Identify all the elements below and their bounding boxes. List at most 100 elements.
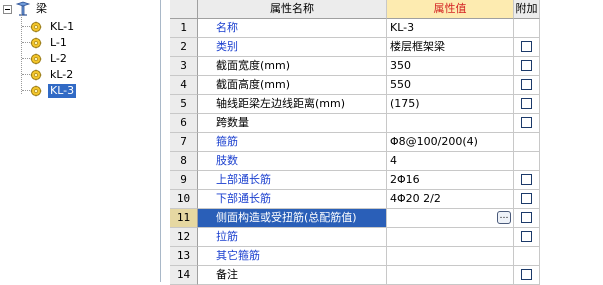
beam-component-icon	[30, 53, 42, 65]
row-number: 12	[170, 228, 198, 247]
header-property-name[interactable]: 属性名称	[198, 0, 387, 19]
property-row[interactable]: 8 肢数 4	[170, 152, 603, 171]
property-row[interactable]: 9 上部通长筋 2Φ16	[170, 171, 603, 190]
extra-checkbox[interactable]	[521, 173, 532, 185]
extra-cell[interactable]	[514, 190, 540, 209]
extra-cell[interactable]	[514, 133, 540, 152]
property-row[interactable]: 7 箍筋 Φ8@100/200(4)	[170, 133, 603, 152]
property-row[interactable]: 2 类别 楼层框架梁	[170, 38, 603, 57]
extra-cell[interactable]	[514, 247, 540, 266]
collapse-icon[interactable]	[3, 4, 12, 14]
extra-cell[interactable]	[514, 76, 540, 95]
property-value-text: 350	[390, 59, 411, 72]
property-name[interactable]: 下部通长筋	[198, 190, 387, 209]
ellipsis-button[interactable]: …	[497, 211, 511, 224]
property-value[interactable]: 550	[387, 76, 514, 95]
property-row[interactable]: 14 备注	[170, 266, 603, 285]
tree-item[interactable]: L-1	[30, 35, 69, 51]
row-number: 5	[170, 95, 198, 114]
property-row[interactable]: 10 下部通长筋 4Φ20 2/2	[170, 190, 603, 209]
property-value[interactable]	[387, 247, 514, 266]
property-name[interactable]: 截面宽度(mm)	[198, 57, 387, 76]
header-property-value[interactable]: 属性值	[387, 0, 514, 19]
extra-cell[interactable]	[514, 57, 540, 76]
extra-cell[interactable]	[514, 38, 540, 57]
extra-checkbox[interactable]	[521, 192, 532, 204]
extra-cell[interactable]	[514, 95, 540, 114]
property-value[interactable]: …	[387, 209, 514, 228]
property-value[interactable]: Φ8@100/200(4)	[387, 133, 514, 152]
extra-checkbox[interactable]	[521, 97, 532, 109]
property-row[interactable]: 3 截面宽度(mm) 350	[170, 57, 603, 76]
property-value[interactable]: 4	[387, 152, 514, 171]
row-number: 2	[170, 38, 198, 57]
extra-checkbox[interactable]	[521, 59, 532, 71]
property-row[interactable]: 6 跨数量	[170, 114, 603, 133]
property-row[interactable]: 5 轴线距梁左边线距离(mm) (175)	[170, 95, 603, 114]
tree-root-node[interactable]: 梁	[3, 1, 49, 17]
extra-checkbox[interactable]	[521, 230, 532, 242]
tree-branch	[22, 90, 30, 91]
property-grid: 属性名称 属性值 附加 1 名称 KL-3 2 类别 楼层框架梁 3 截面宽度(mm) 350 4…	[170, 0, 603, 285]
property-row[interactable]: 12 拉筋	[170, 228, 603, 247]
property-value[interactable]: KL-3	[387, 19, 514, 38]
extra-cell[interactable]	[514, 19, 540, 38]
property-value[interactable]	[387, 266, 514, 285]
property-value[interactable]: (175)	[387, 95, 514, 114]
tree-item[interactable]: kL-2	[30, 67, 75, 83]
row-number: 14	[170, 266, 198, 285]
beam-component-icon	[30, 69, 42, 81]
row-number: 1	[170, 19, 198, 38]
property-value[interactable]: 4Φ20 2/2	[387, 190, 514, 209]
extra-cell[interactable]	[514, 171, 540, 190]
property-name[interactable]: 上部通长筋	[198, 171, 387, 190]
tree-item[interactable]: KL-1	[30, 19, 76, 35]
property-row[interactable]: 4 截面高度(mm) 550	[170, 76, 603, 95]
property-name[interactable]: 侧面构造或受扭筋(总配筋值)	[198, 209, 387, 228]
extra-checkbox[interactable]	[521, 211, 532, 223]
property-name[interactable]: 截面高度(mm)	[198, 76, 387, 95]
property-name[interactable]: 其它箍筋	[198, 247, 387, 266]
property-name[interactable]: 类别	[198, 38, 387, 57]
row-number: 4	[170, 76, 198, 95]
extra-cell[interactable]	[514, 114, 540, 133]
property-value-text: 2Φ16	[390, 173, 420, 186]
property-name[interactable]: 跨数量	[198, 114, 387, 133]
beam-component-icon	[30, 37, 42, 49]
property-value-text: KL-3	[390, 21, 415, 34]
property-value-text: 4	[390, 154, 397, 167]
tree-item[interactable]: L-2	[30, 51, 69, 67]
extra-checkbox[interactable]	[521, 116, 532, 128]
property-name[interactable]: 拉筋	[198, 228, 387, 247]
property-row[interactable]: 1 名称 KL-3	[170, 19, 603, 38]
row-number: 9	[170, 171, 198, 190]
property-name[interactable]: 肢数	[198, 152, 387, 171]
extra-checkbox[interactable]	[521, 268, 532, 280]
header-extra[interactable]: 附加	[514, 0, 540, 19]
extra-checkbox[interactable]	[521, 40, 532, 52]
property-name[interactable]: 轴线距梁左边线距离(mm)	[198, 95, 387, 114]
row-number: 7	[170, 133, 198, 152]
tree-item[interactable]: KL-3	[30, 83, 77, 99]
tree-item-label: KL-3	[48, 84, 77, 98]
extra-cell[interactable]	[514, 266, 540, 285]
property-value[interactable]	[387, 228, 514, 247]
tree-branch	[22, 26, 30, 27]
property-value[interactable]: 楼层框架梁	[387, 38, 514, 57]
extra-cell[interactable]	[514, 152, 540, 171]
property-row[interactable]: 13 其它箍筋	[170, 247, 603, 266]
beam-component-icon	[30, 21, 42, 33]
extra-cell[interactable]	[514, 209, 540, 228]
property-value[interactable]: 350	[387, 57, 514, 76]
tree-root-label: 梁	[36, 2, 47, 15]
tree-branch	[22, 58, 30, 59]
property-value[interactable]: 2Φ16	[387, 171, 514, 190]
extra-cell[interactable]	[514, 228, 540, 247]
property-row[interactable]: 11 侧面构造或受扭筋(总配筋值)…	[170, 209, 603, 228]
extra-checkbox[interactable]	[521, 78, 532, 90]
grid-header: 属性名称 属性值 附加	[170, 0, 603, 19]
property-name[interactable]: 备注	[198, 266, 387, 285]
property-value[interactable]	[387, 114, 514, 133]
property-name[interactable]: 名称	[198, 19, 387, 38]
property-name[interactable]: 箍筋	[198, 133, 387, 152]
